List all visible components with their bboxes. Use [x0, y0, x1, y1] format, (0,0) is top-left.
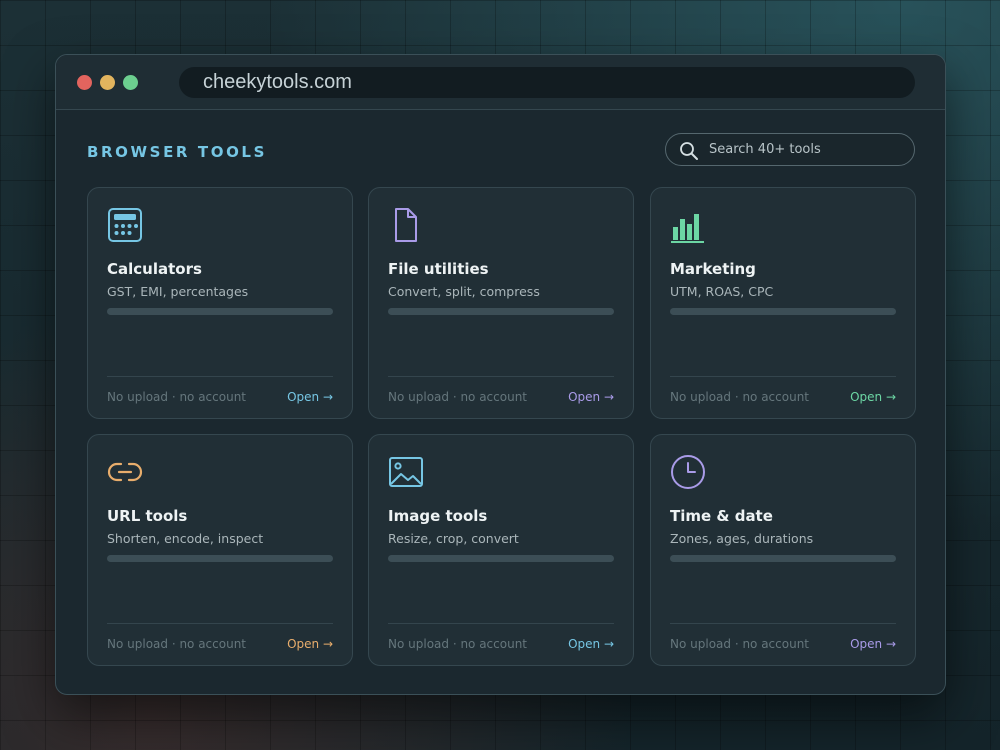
tool-card-url-tools[interactable]: URL tools Shorten, encode, inspect No up…: [87, 434, 353, 666]
card-title: Calculators: [107, 260, 202, 278]
card-footer-note: No upload · no account: [670, 637, 810, 651]
section-title: BROWSER TOOLS: [87, 143, 267, 161]
card-subtitle: UTM, ROAS, CPC: [670, 284, 774, 299]
tool-card-time-date[interactable]: Time & date Zones, ages, durations No up…: [650, 434, 916, 666]
open-link-calculators[interactable]: Open →: [287, 390, 333, 404]
card-subtitle: Convert, split, compress: [388, 284, 540, 299]
card-bar: [388, 308, 614, 315]
clock-icon: [671, 455, 705, 489]
card-title: URL tools: [107, 507, 188, 525]
card-footer-note: No upload · no account: [388, 390, 528, 404]
address-bar[interactable]: cheekytools.com: [179, 67, 915, 98]
card-divider: [388, 376, 614, 377]
card-footer-note: No upload · no account: [670, 390, 810, 404]
browser-window: cheekytools.com BROWSER TOOLS Search 40+…: [55, 54, 946, 695]
minimize-window-button[interactable]: [100, 75, 115, 90]
card-title: Image tools: [388, 507, 488, 525]
tool-card-image-tools[interactable]: Image tools Resize, crop, convert No upl…: [368, 434, 634, 666]
image-icon: [389, 457, 423, 487]
search-icon: [680, 142, 698, 160]
close-window-button[interactable]: [77, 75, 92, 90]
card-divider: [107, 623, 333, 624]
bar-chart-icon: [671, 214, 704, 243]
card-subtitle: Shorten, encode, inspect: [107, 531, 264, 546]
link-icon: [107, 462, 143, 482]
card-title: Marketing: [670, 260, 756, 278]
card-footer-note: No upload · no account: [107, 637, 247, 651]
calculator-icon: [108, 208, 142, 242]
card-title: Time & date: [670, 507, 773, 525]
card-subtitle: Zones, ages, durations: [670, 531, 814, 546]
search-input[interactable]: Search 40+ tools: [665, 133, 915, 166]
search-placeholder: Search 40+ tools: [709, 142, 821, 157]
open-link-url-tools[interactable]: Open →: [287, 637, 333, 651]
file-icon: [395, 208, 417, 242]
card-divider: [670, 623, 896, 624]
maximize-window-button[interactable]: [123, 75, 138, 90]
card-footer-note: No upload · no account: [388, 637, 528, 651]
browser-titlebar: cheekytools.com: [56, 55, 945, 110]
card-footer-note: No upload · no account: [107, 390, 247, 404]
card-bar: [670, 555, 896, 562]
open-link-time-date[interactable]: Open →: [850, 637, 896, 651]
card-divider: [388, 623, 614, 624]
tool-card-calculators[interactable]: Calculators GST, EMI, percentages No upl…: [87, 187, 353, 419]
card-subtitle: GST, EMI, percentages: [107, 284, 249, 299]
open-link-marketing[interactable]: Open →: [850, 390, 896, 404]
tool-card-file-utilities[interactable]: File utilities Convert, split, compress …: [368, 187, 634, 419]
card-bar: [107, 555, 333, 562]
card-subtitle: Resize, crop, convert: [388, 531, 519, 546]
open-link-file-utilities[interactable]: Open →: [568, 390, 614, 404]
card-bar: [107, 308, 333, 315]
card-bar: [388, 555, 614, 562]
card-bar: [670, 308, 896, 315]
card-divider: [670, 376, 896, 377]
open-link-image-tools[interactable]: Open →: [568, 637, 614, 651]
tool-card-marketing[interactable]: Marketing UTM, ROAS, CPC No upload · no …: [650, 187, 916, 419]
page-content: BROWSER TOOLS Search 40+ tools Calculato…: [56, 111, 945, 694]
card-title: File utilities: [388, 260, 489, 278]
card-divider: [107, 376, 333, 377]
